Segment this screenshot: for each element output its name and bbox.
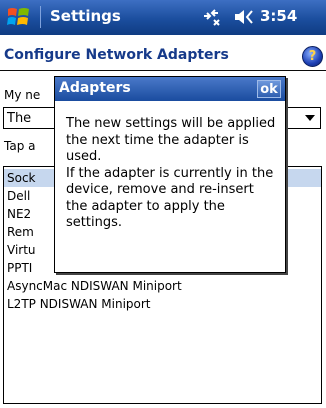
ok-button[interactable]: ok [257, 80, 281, 98]
clock[interactable]: 3:54 [260, 7, 297, 25]
list-item[interactable]: AsyncMac NDISWAN Miniport [4, 277, 321, 295]
network-select-value: The [7, 111, 32, 126]
dropdown-arrow-icon[interactable] [299, 108, 320, 128]
dialog-message-line: If the adapter is currently in the devic… [66, 165, 274, 231]
network-label: My ne [4, 88, 41, 102]
window-title: Settings [50, 7, 121, 25]
title-separator [40, 6, 41, 28]
adapter-list-label: Tap a [4, 139, 36, 153]
dialog-header: Adapters ok [55, 77, 285, 101]
volume-icon[interactable] [232, 7, 258, 27]
adapters-dialog: Adapters ok The new settings will be app… [54, 76, 286, 273]
dialog-message-line: The new settings will be applied the nex… [66, 116, 276, 164]
dialog-message: The new settings will be applied the nex… [66, 116, 278, 232]
heading-divider [0, 70, 326, 71]
title-bar: Settings 3:54 [0, 0, 326, 35]
list-item[interactable]: L2TP NDISWAN Miniport [4, 295, 321, 313]
page-title: Configure Network Adapters [4, 47, 229, 63]
connectivity-icon[interactable] [200, 7, 222, 27]
windows-start-icon[interactable] [6, 5, 32, 29]
dialog-title: Adapters [59, 80, 131, 96]
help-icon[interactable]: ? [302, 46, 323, 67]
